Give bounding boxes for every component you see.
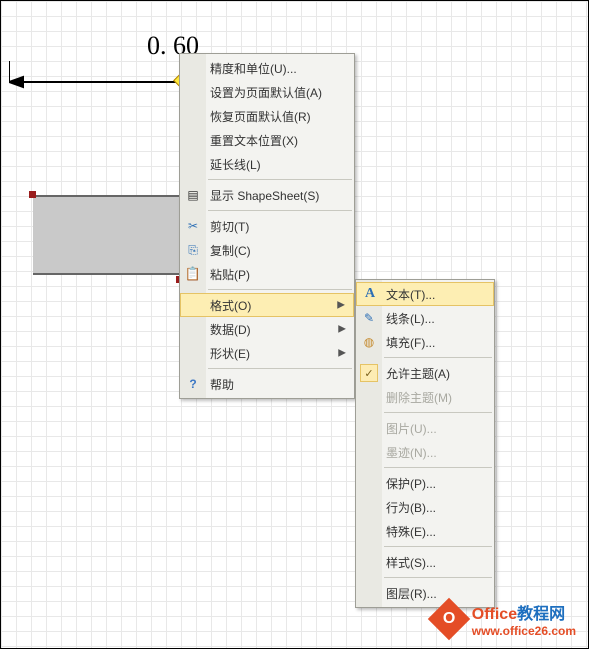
menu-label: 特殊(E)... xyxy=(386,523,436,540)
menu-label: 显示 ShapeSheet(S) xyxy=(210,187,319,204)
menu-label: 删除主题(M) xyxy=(386,389,452,406)
menu-label: 恢复页面默认值(R) xyxy=(210,108,311,125)
line-icon: ✎ xyxy=(360,309,378,327)
paste-icon: 📋 xyxy=(184,265,202,283)
menu-item-special[interactable]: 特殊(E)... xyxy=(356,519,494,543)
menu-item-text[interactable]: A 文本(T)... xyxy=(356,282,494,306)
menu-item-fill[interactable]: ◍ 填充(F)... xyxy=(356,330,494,354)
submenu-arrow-icon: ▶ xyxy=(338,348,346,359)
menu-item-delete-theme: 删除主题(M) xyxy=(356,385,494,409)
context-menu: 精度和单位(U)... 设置为页面默认值(A) 恢复页面默认值(R) 重置文本位… xyxy=(179,53,355,399)
menu-item-protection[interactable]: 保护(P)... xyxy=(356,471,494,495)
fill-icon: ◍ xyxy=(360,333,378,351)
menu-item-precision[interactable]: 精度和单位(U)... xyxy=(180,56,354,80)
menu-separator xyxy=(208,179,352,180)
menu-separator xyxy=(208,210,352,211)
brand-text: Office教程网 xyxy=(472,600,576,624)
menu-item-data[interactable]: 数据(D) ▶ xyxy=(180,317,354,341)
menu-item-allow-theme[interactable]: ✓ 允许主题(A) xyxy=(356,361,494,385)
menu-item-reset-text[interactable]: 重置文本位置(X) xyxy=(180,128,354,152)
menu-item-set-default[interactable]: 设置为页面默认值(A) xyxy=(180,80,354,104)
menu-separator xyxy=(208,289,352,290)
menu-item-picture: 图片(U)... xyxy=(356,416,494,440)
menu-item-paste[interactable]: 📋 粘贴(P) xyxy=(180,262,354,286)
menu-label: 允许主题(A) xyxy=(386,365,450,382)
menu-label: 数据(D) xyxy=(210,321,251,338)
menu-item-format[interactable]: 格式(O) ▶ xyxy=(180,293,354,317)
menu-label: 帮助 xyxy=(210,376,234,393)
menu-item-shapesheet[interactable]: ▤ 显示 ShapeSheet(S) xyxy=(180,183,354,207)
check-icon: ✓ xyxy=(360,364,378,382)
logo-icon: O xyxy=(428,598,470,640)
menu-label: 样式(S)... xyxy=(386,554,436,571)
menu-label: 图片(U)... xyxy=(386,420,437,437)
submenu-arrow-icon: ▶ xyxy=(338,324,346,335)
menu-label: 设置为页面默认值(A) xyxy=(210,84,322,101)
menu-label: 复制(C) xyxy=(210,242,251,259)
menu-label: 剪切(T) xyxy=(210,218,249,235)
menu-item-cut[interactable]: ✂ 剪切(T) xyxy=(180,214,354,238)
menu-separator xyxy=(384,546,492,547)
brand-url: www.office26.com xyxy=(472,624,576,638)
menu-label: 形状(E) xyxy=(210,345,250,362)
menu-label: 重置文本位置(X) xyxy=(210,132,298,149)
menu-separator xyxy=(384,357,492,358)
menu-separator xyxy=(208,368,352,369)
menu-item-extension[interactable]: 延长线(L) xyxy=(180,152,354,176)
menu-label: 墨迹(N)... xyxy=(386,444,437,461)
help-icon: ? xyxy=(184,375,202,393)
menu-item-shape[interactable]: 形状(E) ▶ xyxy=(180,341,354,365)
menu-item-restore-default[interactable]: 恢复页面默认值(R) xyxy=(180,104,354,128)
menu-item-style[interactable]: 样式(S)... xyxy=(356,550,494,574)
submenu-arrow-icon: ▶ xyxy=(337,300,345,311)
menu-item-ink: 墨迹(N)... xyxy=(356,440,494,464)
menu-item-line[interactable]: ✎ 线条(L)... xyxy=(356,306,494,330)
menu-label: 图层(R)... xyxy=(386,585,437,602)
menu-label: 行为(B)... xyxy=(386,499,436,516)
menu-label: 填充(F)... xyxy=(386,334,435,351)
selection-handle[interactable] xyxy=(29,191,36,198)
menu-label: 粘贴(P) xyxy=(210,266,250,283)
watermark: O Office教程网 www.office26.com xyxy=(434,600,576,638)
menu-item-behavior[interactable]: 行为(B)... xyxy=(356,495,494,519)
cut-icon: ✂ xyxy=(184,217,202,235)
format-submenu: A 文本(T)... ✎ 线条(L)... ◍ 填充(F)... ✓ 允许主题(A) 删… xyxy=(355,279,495,608)
menu-label: 保护(P)... xyxy=(386,475,436,492)
text-icon: A xyxy=(361,285,379,303)
menu-label: 延长线(L) xyxy=(210,156,261,173)
menu-separator xyxy=(384,412,492,413)
sheet-icon: ▤ xyxy=(184,186,202,204)
menu-item-help[interactable]: ? 帮助 xyxy=(180,372,354,396)
menu-label: 格式(O) xyxy=(210,297,251,314)
menu-separator xyxy=(384,577,492,578)
menu-separator xyxy=(384,467,492,468)
menu-label: 文本(T)... xyxy=(386,286,435,303)
menu-item-copy[interactable]: ⎘ 复制(C) xyxy=(180,238,354,262)
dimension-line xyxy=(9,71,179,93)
menu-label: 线条(L)... xyxy=(386,310,435,327)
menu-label: 精度和单位(U)... xyxy=(210,60,297,77)
copy-icon: ⎘ xyxy=(184,241,202,259)
dimension-tick xyxy=(9,61,10,83)
